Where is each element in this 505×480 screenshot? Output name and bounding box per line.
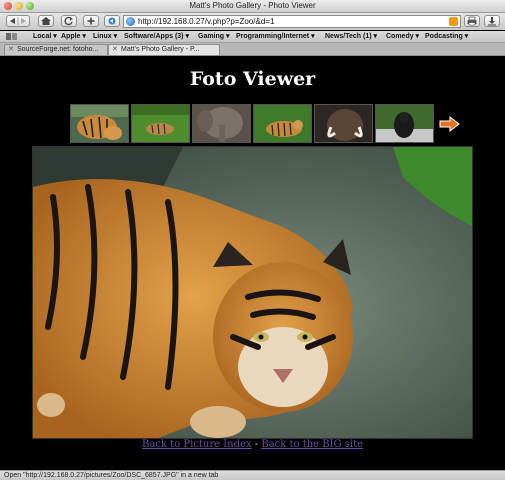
reload-icon <box>64 16 73 26</box>
gorilla-thumbnail <box>376 105 433 142</box>
tiger-on-grass-thumbnail <box>132 105 189 142</box>
bookmark-local[interactable]: Local ▾ <box>33 31 57 42</box>
home-icon <box>41 17 51 25</box>
back-forward-icon <box>10 17 26 25</box>
rss-icon[interactable] <box>449 17 458 26</box>
address-bar[interactable]: http://192.168.0.27/v.php?p=Zoo/&d=1 <box>123 15 461 28</box>
back-to-index-link[interactable]: Back to Picture Index <box>142 439 252 450</box>
elephant-thumbnail <box>193 105 250 142</box>
window-title: Matt's Photo Gallery - Photo Viewer <box>189 1 316 10</box>
bookmarks-bar: Local ▾ Apple ▾ Linux ▾ Software/Apps (3… <box>0 31 505 43</box>
bookmark-podcasting[interactable]: Podcasting ▾ <box>425 31 468 42</box>
mammoth-thumbnail <box>315 105 372 142</box>
add-bookmark-button[interactable] <box>83 15 99 27</box>
reload-button[interactable] <box>61 15 77 27</box>
tab-label: SourceForge.net: fotoho... <box>17 46 99 53</box>
tab-photo-gallery[interactable]: ✕ Matt's Photo Gallery - P... <box>108 44 220 55</box>
print-button[interactable] <box>464 15 480 27</box>
bookmark-news-tech[interactable]: News/Tech (1) ▾ <box>325 31 377 42</box>
main-photo[interactable] <box>32 146 473 439</box>
tiger-photo <box>33 147 472 438</box>
back-to-big-site-link[interactable]: Back to the BIG site <box>261 439 363 450</box>
bookmark-gaming[interactable]: Gaming ▾ <box>198 31 230 42</box>
printer-icon <box>467 16 477 26</box>
address-bar-url: http://192.168.0.27/v.php?p=Zoo/&d=1 <box>138 17 275 26</box>
thumbnail-6[interactable] <box>375 104 434 143</box>
bookmark-software-apps[interactable]: Software/Apps (3) ▾ <box>124 31 189 42</box>
status-bar: Open "http://192.168.0.27/pictures/Zoo/D… <box>0 470 505 480</box>
bookmark-comedy[interactable]: Comedy ▾ <box>386 31 419 42</box>
thumbnail-5[interactable] <box>314 104 373 143</box>
bookmark-apple[interactable]: Apple ▾ <box>61 31 86 42</box>
tiger-thumbnail <box>71 105 128 142</box>
next-arrow-icon[interactable] <box>438 115 460 133</box>
tab-sourceforge[interactable]: ✕ SourceForge.net: fotoho... <box>4 44 108 55</box>
thumbnail-3[interactable] <box>192 104 251 143</box>
tab-close-icon[interactable]: ✕ <box>8 45 14 55</box>
home-button[interactable] <box>38 15 54 27</box>
tab-bar: ✕ SourceForge.net: fotoho... ✕ Matt's Ph… <box>0 43 505 56</box>
thumbnail-2[interactable] <box>131 104 190 143</box>
bookmark-programming-internet[interactable]: Programming/Internet ▾ <box>236 31 315 42</box>
thumbnail-1[interactable] <box>70 104 129 143</box>
bookmark-linux[interactable]: Linux ▾ <box>93 31 117 42</box>
tiger-resting-thumbnail <box>254 105 311 142</box>
tab-close-icon[interactable]: ✕ <box>112 45 118 55</box>
globe-icon <box>126 17 135 26</box>
window-title-bar: Matt's Photo Gallery - Photo Viewer <box>0 0 505 13</box>
link-separator: - <box>251 439 262 450</box>
snapback-button[interactable] <box>104 15 120 27</box>
plus-icon <box>87 17 95 25</box>
tab-label: Matt's Photo Gallery - P... <box>121 46 200 53</box>
snapback-icon <box>108 17 116 25</box>
back-forward-button[interactable] <box>6 15 30 27</box>
page-title: Foto Viewer <box>189 68 316 90</box>
browser-toolbar: http://192.168.0.27/v.php?p=Zoo/&d=1 <box>0 13 505 30</box>
downloads-button[interactable] <box>484 15 500 27</box>
download-icon <box>488 17 496 26</box>
thumbnail-4[interactable] <box>253 104 312 143</box>
page-links: Back to Picture Index - Back to the BIG … <box>0 439 505 450</box>
page-content: Foto Viewer Back to Picture Index - Back… <box>0 56 505 470</box>
bookmarks-icon[interactable] <box>5 31 19 42</box>
